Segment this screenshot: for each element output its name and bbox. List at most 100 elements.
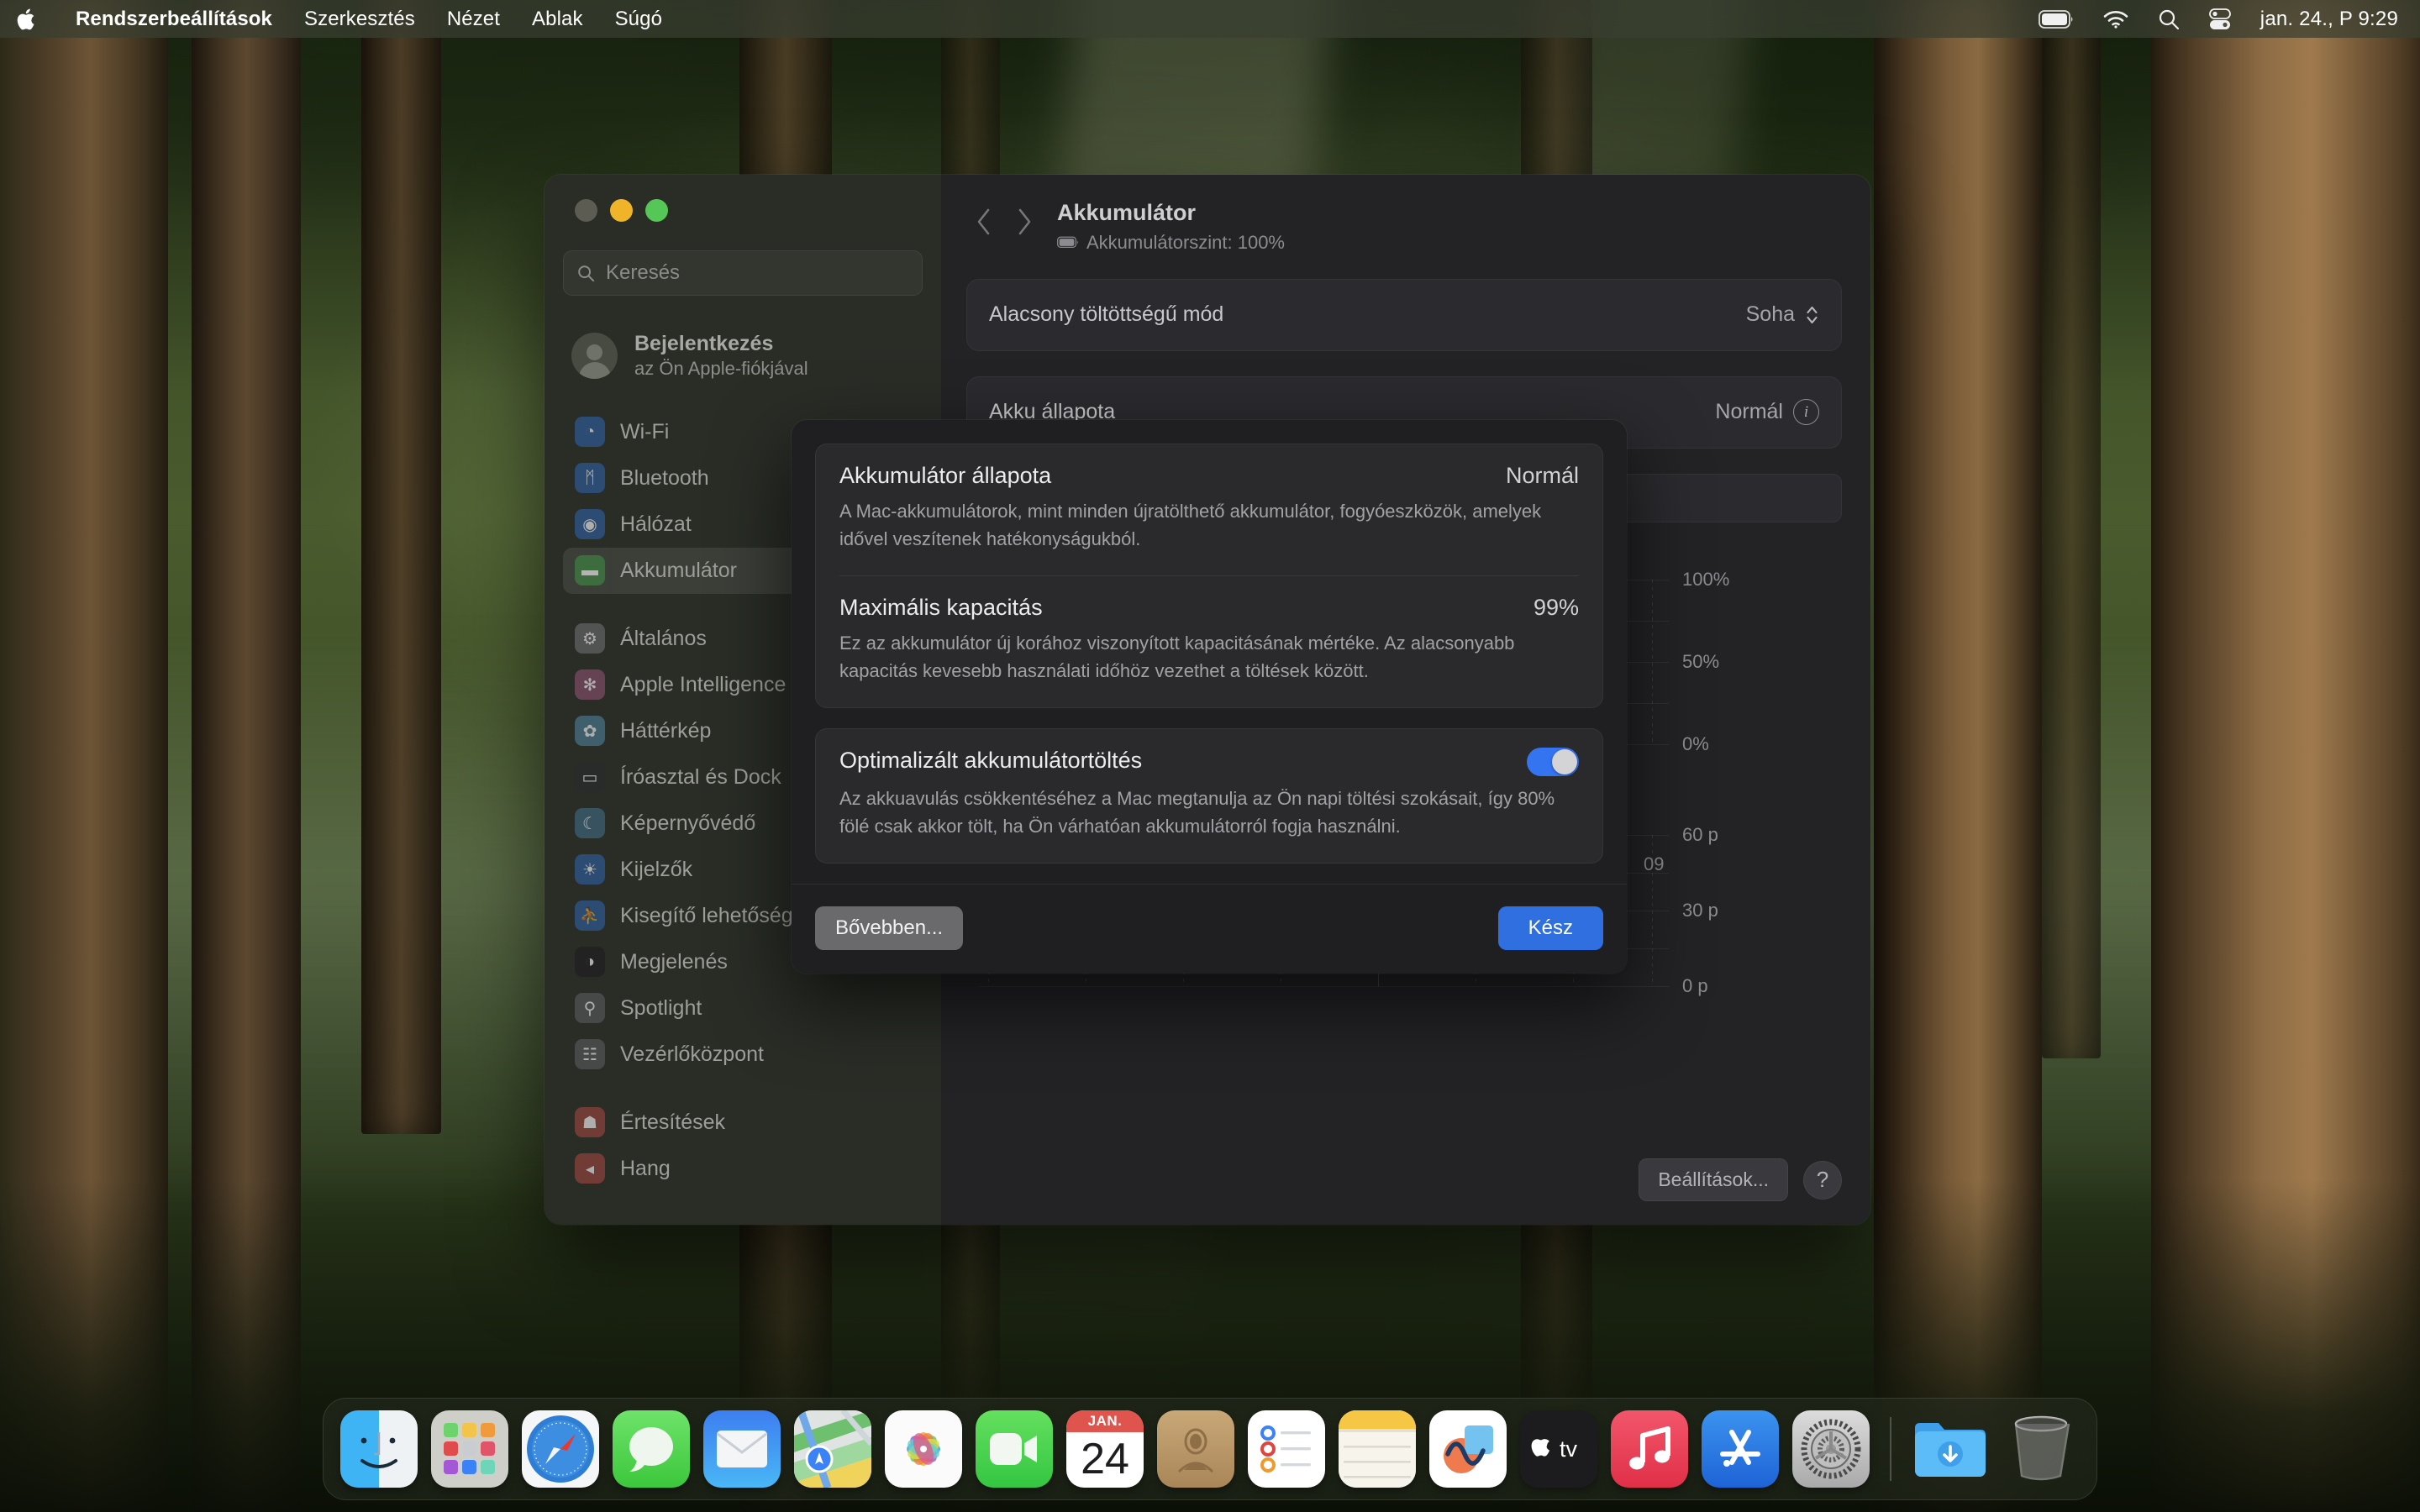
menu-bar: Rendszerbeállítások Szerkesztés Nézet Ab… (0, 0, 2420, 38)
sidebar-item-label: Háttérkép (620, 718, 712, 743)
battery-condition-title: Akkumulátor állapota (839, 463, 1052, 488)
menu-bar-clock[interactable]: jan. 24., P 9:29 (2260, 8, 2398, 31)
dock-item-mail[interactable] (703, 1410, 781, 1488)
search-icon[interactable] (2158, 8, 2180, 30)
accessibility-icon: ⛹ (575, 900, 605, 932)
gear-icon (1801, 1419, 1861, 1479)
info-icon[interactable]: i (1793, 399, 1819, 426)
menu-view[interactable]: Nézet (447, 8, 500, 31)
sidebar-item-spotlight[interactable]: ⚲ Spotlight (563, 985, 923, 1032)
zoom-button[interactable] (645, 199, 668, 222)
maps-icon (794, 1410, 871, 1488)
dock-item-appletv[interactable]: tv (1520, 1410, 1597, 1488)
dock-item-contacts[interactable] (1157, 1410, 1234, 1488)
dock-item-facetime[interactable] (976, 1410, 1053, 1488)
sidebar-item-vez-rl-k-zpont[interactable]: ☷ Vezérlőközpont (563, 1032, 923, 1078)
sidebar-item-label: Hang (620, 1156, 671, 1180)
dock-item-music[interactable] (1611, 1410, 1688, 1488)
dock-item-photos[interactable] (885, 1410, 962, 1488)
options-button[interactable]: Beállítások... (1639, 1158, 1788, 1201)
y-tick-0p: 0 p (1682, 974, 1708, 996)
control-center-icon: ☷ (575, 1039, 605, 1070)
appearance-icon: ◑ (575, 947, 605, 978)
dock-item-downloads-folder[interactable] (1912, 1410, 1989, 1488)
minimize-button[interactable] (610, 199, 633, 222)
dock-item-reminders[interactable] (1248, 1410, 1325, 1488)
apple-account-row[interactable]: Bejelentkezés az Ön Apple-fiókjával (563, 324, 923, 387)
sidebar-item-label: Vezérlőközpont (620, 1042, 764, 1066)
forward-button[interactable] (1007, 200, 1042, 244)
display-icon: ☀ (575, 854, 605, 885)
trash-icon (2014, 1415, 2070, 1481)
learn-more-button[interactable]: Bővebben... (815, 906, 964, 950)
sidebar-item-label: Értesítések (620, 1110, 726, 1134)
sidebar-item-rtes-t-sek[interactable]: ☗ Értesítések (563, 1100, 923, 1146)
battery-icon: ▬ (575, 555, 605, 586)
mail-icon (717, 1431, 767, 1467)
sidebar-item-label: Kijelzők (620, 857, 693, 881)
account-subtitle: az Ön Apple-fiókjával (634, 358, 808, 380)
dock-item-notes[interactable] (1339, 1410, 1416, 1488)
optimized-charging-card: Optimalizált akkumulátortöltés Az akkuav… (815, 727, 1603, 864)
y-tick-30p: 30 p (1682, 899, 1718, 921)
sidebar-item-label: Általános (620, 626, 707, 650)
dock-item-freeform[interactable] (1429, 1410, 1507, 1488)
gear-icon: ⚙ (575, 623, 605, 654)
low-power-mode-value-group[interactable]: Soha (1746, 302, 1819, 327)
dock-item-calendar[interactable]: JAN. 24 (1066, 1410, 1144, 1488)
optimized-charging-description: Az akkuavulás csökkentéséhez a Mac megta… (839, 787, 1555, 837)
wifi-icon[interactable] (2102, 9, 2129, 29)
dock-item-safari[interactable] (522, 1410, 599, 1488)
dock-item-system-settings[interactable] (1792, 1410, 1870, 1488)
sidebar-item-label: Wi-Fi (620, 419, 670, 444)
battery-health-sheet[interactable]: Akkumulátor állapota Normál A Mac-akkumu… (792, 420, 1627, 974)
globe-icon: ◉ (575, 509, 605, 540)
sheet-footer: Bővebben... Kész (792, 883, 1627, 974)
close-button[interactable] (575, 199, 597, 222)
battery-health-value-group[interactable]: Normál i (1715, 399, 1819, 426)
battery-level-status: Akkumulátorszint: 100% (1057, 232, 1285, 254)
low-power-mode-row[interactable]: Alacsony töltöttségű mód Soha (967, 280, 1841, 350)
dock-item-maps[interactable] (794, 1410, 871, 1488)
detail-footer: Beállítások... ? (1639, 1158, 1842, 1201)
calendar-day: 24 (1081, 1435, 1129, 1483)
sidebar-item-label: Kisegítő lehetőségek (620, 903, 816, 927)
dock-item-trash[interactable] (2002, 1410, 2080, 1488)
back-button[interactable] (966, 200, 1002, 244)
dock-item-launchpad[interactable] (431, 1410, 508, 1488)
low-power-mode-value: Soha (1745, 302, 1795, 327)
launchpad-icon (444, 1423, 495, 1474)
battery-condition-value: Normál (1505, 463, 1579, 488)
help-button[interactable]: ? (1803, 1160, 1842, 1200)
optimized-charging-toggle[interactable] (1527, 747, 1579, 776)
dock-item-appstore[interactable] (1702, 1410, 1779, 1488)
dock-item-messages[interactable] (613, 1410, 690, 1488)
window-controls (563, 175, 923, 222)
search-field[interactable]: Keresés (563, 250, 923, 296)
maximum-capacity-section: Maximális kapacitás 99% Ez az akkumuláto… (816, 576, 1602, 707)
contacts-icon (1177, 1428, 1214, 1473)
battery-icon[interactable] (2038, 9, 2074, 29)
done-button[interactable]: Kész (1497, 906, 1603, 950)
chevron-updown-icon[interactable] (1805, 303, 1819, 327)
apple-menu-icon[interactable] (17, 7, 44, 32)
reminders-icon (1260, 1425, 1311, 1473)
wallpaper-trunk (2042, 0, 2101, 1058)
menu-help[interactable]: Súgó (615, 8, 662, 31)
apple-intelligence-icon: ✻ (575, 669, 605, 701)
appstore-icon (1720, 1430, 1760, 1467)
battery-condition-description: A Mac-akkumulátorok, mint minden újratöl… (839, 501, 1542, 550)
menu-app-name[interactable]: Rendszerbeállítások (76, 8, 272, 31)
maximum-capacity-title: Maximális kapacitás (839, 594, 1043, 620)
calendar-month: JAN. (1066, 1410, 1144, 1432)
menu-edit[interactable]: Szerkesztés (304, 8, 415, 31)
svg-text:tv: tv (1560, 1436, 1578, 1462)
messages-icon (629, 1427, 673, 1472)
chevron-left-icon (977, 208, 990, 235)
control-center-icon[interactable] (2208, 8, 2232, 30)
menu-window[interactable]: Ablak (532, 8, 583, 31)
dock-item-finder[interactable] (340, 1410, 418, 1488)
low-power-mode-label: Alacsony töltöttségű mód (989, 302, 1224, 327)
sidebar-item-hang[interactable]: ◂ Hang (563, 1146, 923, 1192)
sidebar-item-label: Megjelenés (620, 949, 728, 974)
